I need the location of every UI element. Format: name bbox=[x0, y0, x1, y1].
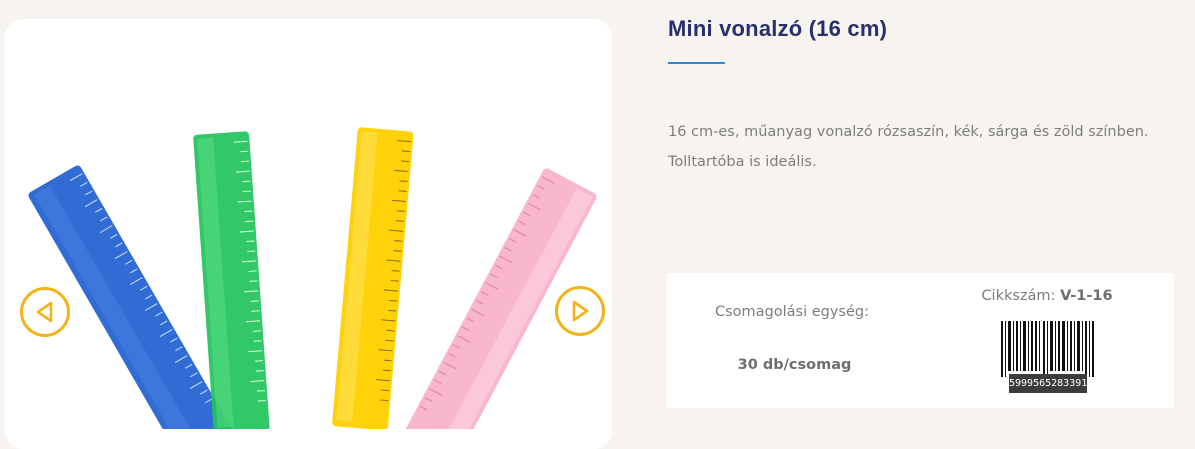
barcode-image bbox=[1001, 321, 1094, 377]
product-description: 16 cm-es, műanyag vonalzó rózsaszín, kék… bbox=[668, 117, 1168, 177]
product-title: Mini vonalzó (16 cm) bbox=[668, 16, 888, 41]
sku-label: Cikkszám: bbox=[981, 288, 1056, 304]
description-line: Tolltartóba is ideális. bbox=[668, 154, 817, 170]
pack-unit-label: Csomagolási egység: bbox=[714, 304, 869, 320]
triangle-left-icon bbox=[36, 301, 53, 323]
sku: Cikkszám: V-1-16 bbox=[927, 288, 1167, 304]
title-underline bbox=[668, 62, 725, 64]
barcode-number: 5999565283391 bbox=[1009, 374, 1087, 393]
product-image bbox=[28, 127, 597, 429]
triangle-right-icon bbox=[572, 300, 589, 322]
sku-value: V-1-16 bbox=[1060, 288, 1113, 304]
product-gallery bbox=[5, 19, 612, 449]
product-info-card: Csomagolási egység: 30 db/csomag Cikkszá… bbox=[667, 273, 1174, 408]
description-line: 16 cm-es, műanyag vonalzó rózsaszín, kék… bbox=[668, 124, 1149, 140]
gallery-next-button[interactable] bbox=[555, 286, 605, 336]
pack-unit-value: 30 db/csomag bbox=[737, 357, 852, 373]
gallery-prev-button[interactable] bbox=[20, 287, 70, 337]
